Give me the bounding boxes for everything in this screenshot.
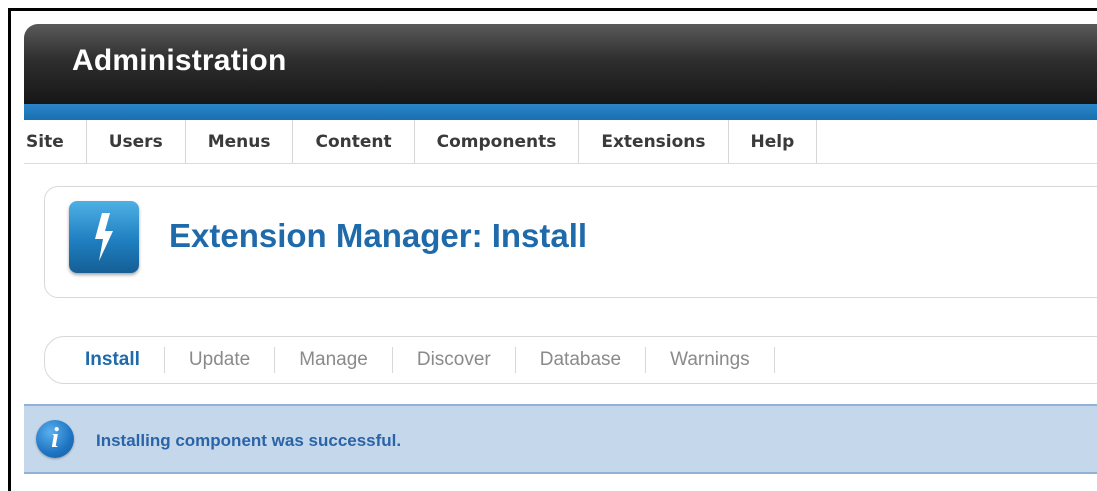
tab-discover[interactable]: Discover [393, 347, 516, 373]
success-message-bar: i Installing component was successful. [24, 404, 1097, 474]
main-menu: Site Users Menus Content Components Exte… [24, 120, 1097, 164]
header-bar: Administration [24, 24, 1097, 104]
tab-database[interactable]: Database [516, 347, 647, 373]
menu-item-extensions[interactable]: Extensions [579, 120, 729, 163]
lightning-bolt-icon [69, 201, 139, 273]
tab-install[interactable]: Install [83, 347, 165, 373]
success-message-text: Installing component was successful. [96, 431, 402, 450]
page-title-panel: Extension Manager: Install [44, 186, 1097, 298]
header-stripe [24, 104, 1097, 120]
tab-update[interactable]: Update [165, 347, 276, 373]
submenu-tabs: Install Update Manage Discover Database … [44, 336, 1097, 384]
screenshot-border-left [8, 8, 11, 491]
menu-item-users[interactable]: Users [87, 120, 186, 163]
tab-warnings[interactable]: Warnings [646, 347, 775, 373]
page-title: Extension Manager: Install [169, 217, 588, 254]
tab-manage[interactable]: Manage [275, 347, 393, 373]
menu-item-help[interactable]: Help [729, 120, 818, 163]
menu-item-menus[interactable]: Menus [186, 120, 294, 163]
menu-item-components[interactable]: Components [415, 120, 580, 163]
info-icon: i [36, 420, 74, 458]
screenshot-border-top [8, 8, 1097, 11]
menu-item-site[interactable]: Site [24, 120, 87, 163]
admin-window: Administration Site Users Menus Content … [24, 24, 1097, 491]
menu-item-content[interactable]: Content [293, 120, 415, 163]
header-title: Administration [72, 44, 287, 77]
